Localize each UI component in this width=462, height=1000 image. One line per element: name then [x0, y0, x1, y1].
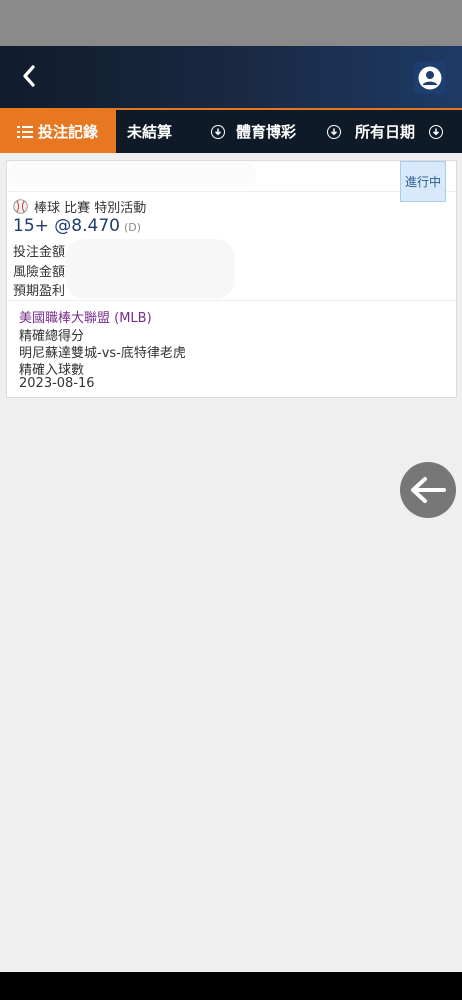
back-button[interactable]: [16, 62, 42, 90]
odds-code: (D): [123, 221, 142, 234]
tab-bar: 投注記錄 未結算 體育博彩 所有日期: [0, 108, 462, 153]
download-circle-icon: [429, 124, 444, 139]
divider: [7, 300, 456, 301]
floating-back-button[interactable]: [400, 462, 456, 518]
tab-unsettled[interactable]: 未結算: [127, 110, 172, 153]
tab-label: 所有日期: [355, 123, 416, 141]
status-badge: 進行中: [400, 161, 446, 202]
tab-bet-records[interactable]: 投注記錄: [0, 110, 116, 153]
redaction-mark: [7, 163, 257, 187]
arrow-left-icon: [411, 477, 446, 503]
sport-line-text: 棒球 比賽 特別活動: [34, 201, 147, 216]
redaction-mark: [65, 239, 235, 299]
bet-date: 2023-08-16: [19, 376, 95, 391]
download-circle-icon: [211, 124, 225, 139]
league-name: 美國職棒大聯盟 (MLB): [19, 311, 152, 326]
baseball-icon: [13, 199, 28, 214]
tab-label: 未結算: [127, 123, 173, 141]
chevron-left-icon: [23, 65, 35, 87]
stake-label: 投注金額: [13, 245, 66, 260]
sport-line: 棒球 比賽 特別活動: [13, 197, 146, 216]
profile-button[interactable]: [414, 62, 446, 94]
risk-label: 風險金額: [13, 265, 66, 280]
bet-card[interactable]: 進行中 棒球 比賽 特別活動 15+ @8.470 (D) 投注金額 風險金額 預…: [6, 160, 457, 398]
tab-date-filter[interactable]: 所有日期: [327, 110, 448, 153]
app-header: [0, 46, 462, 108]
status-bar: [0, 0, 462, 46]
download-circle-icon: [327, 124, 341, 139]
system-nav-bar: [0, 972, 462, 1000]
tab-label: 體育博彩: [236, 123, 297, 141]
user-circle-icon: [418, 66, 442, 90]
tab-label: 投注記錄: [38, 123, 99, 141]
tab-sports-filter[interactable]: 體育博彩: [211, 110, 296, 153]
selection-text: 15+ @8.470: [13, 216, 120, 236]
payout-label: 預期盈利: [13, 284, 66, 299]
selection-odds: 15+ @8.470 (D): [13, 216, 141, 236]
list-icon: [17, 125, 33, 139]
